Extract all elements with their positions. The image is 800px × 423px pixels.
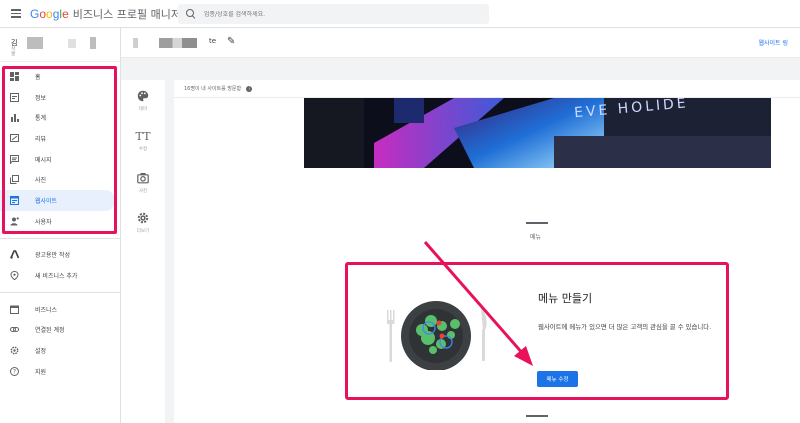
pencil-icon[interactable]: ✎ [227, 36, 235, 47]
sidebar-item-website[interactable]: 웹사이트 [0, 190, 115, 211]
menu-card-description: 웹사이트에 메뉴가 있으면 더 많은 고객의 관심을 끌 수 있습니다. [538, 323, 712, 331]
sidebar-item-help[interactable]: ? 지원 [0, 361, 120, 382]
blurred-name [27, 37, 43, 49]
section-divider [526, 222, 548, 224]
plate-illustration [384, 300, 494, 371]
tool-more[interactable]: 더보기 [121, 212, 165, 234]
link-icon [10, 325, 19, 334]
dashboard-icon [10, 71, 19, 81]
help-icon: ? [10, 366, 19, 376]
sidebar-divider [0, 291, 120, 293]
blurred-title [133, 38, 138, 48]
sidebar-divider [0, 237, 120, 239]
nav-primary: 홈 정보 통계 리뷰 메시지 사진 웹사이트 사용자 [0, 62, 120, 232]
review-icon [10, 133, 19, 143]
section-divider [526, 415, 548, 417]
sidebar-item-messages[interactable]: 메시지 [0, 149, 120, 170]
sidebar-item-ads[interactable]: 광고용만 작성 [0, 245, 120, 266]
svg-text:?: ? [13, 368, 16, 375]
nav-secondary: 광고용만 작성 새 비즈니스 추가 [0, 245, 120, 286]
menu-section-label: 메뉴 [530, 234, 542, 241]
blurred-name [90, 37, 96, 49]
sidebar-item-home[interactable]: 홈 [0, 66, 120, 87]
search-bar[interactable] [178, 4, 489, 24]
info-icon[interactable]: i [246, 85, 253, 92]
page-header: te ✎ 웹사이트 링 [121, 28, 800, 58]
edit-menu-button[interactable]: 메뉴 수정 [537, 371, 578, 387]
sidebar-item-linked-accounts[interactable]: 연결된 계정 [0, 320, 120, 341]
sidebar-item-reviews[interactable]: 리뷰 [0, 128, 120, 149]
blurred-title [159, 38, 197, 48]
sidebar-item-stats[interactable]: 통계 [0, 107, 120, 128]
website-icon [10, 195, 19, 205]
info-store-icon [10, 92, 19, 102]
sidebar: 김 서울 홈 정보 통계 리뷰 메시지 사진 웹사이트 사용자 광고용만 작성 … [0, 28, 121, 423]
top-bar: Google 비즈니스 프로필 매니저 [0, 0, 800, 28]
blurred-name [68, 39, 76, 48]
menu-card-title: 메뉴 만들기 [538, 292, 593, 305]
website-link[interactable]: 웹사이트 링 [758, 38, 788, 47]
nav-tertiary: 비즈니스 연결된 계정 설정 ? 지원 [0, 299, 120, 382]
sidebar-item-users[interactable]: 사용자 [0, 211, 120, 232]
visitor-count: 16명이 내 사이트를 방문함 [184, 86, 242, 92]
business-subtext: 서울 [11, 46, 16, 57]
sidebar-item-info[interactable]: 정보 [0, 87, 120, 108]
photo-icon [10, 175, 19, 185]
page-title-suffix: te [209, 37, 217, 45]
app-title: 비즈니스 프로필 매니저 [72, 7, 181, 21]
sidebar-item-settings[interactable]: 설정 [0, 340, 120, 361]
tool-edit-text[interactable]: TT 수정 [121, 130, 165, 152]
tool-theme[interactable]: 테마 [121, 90, 165, 112]
app-brand[interactable]: Google 비즈니스 프로필 매니저 [30, 6, 181, 22]
gear-icon [121, 212, 165, 226]
business-header[interactable]: 김 서울 [0, 28, 120, 62]
google-logo: Google [30, 6, 69, 21]
sidebar-item-photos[interactable]: 사진 [0, 169, 120, 190]
menu-icon[interactable] [11, 9, 21, 18]
visitor-bar: 16명이 내 사이트를 방문함 i [174, 80, 800, 98]
sidebar-item-business[interactable]: 비즈니스 [0, 299, 120, 320]
search-icon [186, 9, 196, 19]
text-icon: TT [135, 130, 151, 143]
location-icon [10, 271, 19, 281]
add-user-icon [10, 216, 19, 226]
bar-chart-icon [10, 113, 19, 123]
camera-icon [121, 172, 165, 186]
search-input[interactable] [204, 10, 464, 18]
palette-icon [121, 90, 165, 104]
hero-image: EVE HOLIDE [304, 98, 771, 168]
settings-icon [10, 346, 19, 355]
business-icon [10, 305, 19, 314]
tool-photos[interactable]: 사진 [121, 172, 165, 194]
editor-tools: 테마 TT 수정 사진 더보기 [121, 80, 165, 423]
sidebar-item-add-business[interactable]: 새 비즈니스 추가 [0, 265, 120, 286]
ads-icon [10, 250, 19, 260]
message-icon [10, 154, 19, 164]
